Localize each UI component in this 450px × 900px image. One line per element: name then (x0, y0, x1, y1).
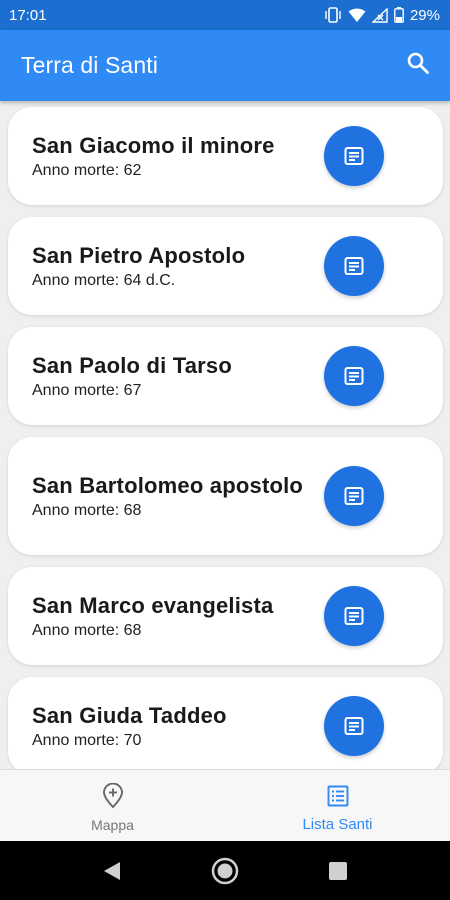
article-icon (344, 147, 364, 165)
details-button[interactable] (324, 466, 384, 526)
details-button[interactable] (324, 586, 384, 646)
details-button[interactable] (324, 346, 384, 406)
status-time: 17:01 (9, 6, 47, 24)
details-button[interactable] (324, 126, 384, 186)
status-icons: 29% (324, 7, 440, 24)
back-button[interactable] (102, 860, 122, 887)
status-bar: 17:01 29% (0, 0, 450, 30)
details-button[interactable] (324, 236, 384, 296)
article-icon (344, 607, 364, 625)
app-bar: Terra di Santi (0, 30, 450, 101)
signal-icon (371, 7, 388, 23)
search-button[interactable] (403, 51, 433, 81)
nav-item-lista-santi[interactable]: Lista Santi (225, 770, 450, 842)
article-icon (344, 717, 364, 735)
home-button[interactable] (211, 857, 239, 890)
saint-card[interactable]: San Paolo di Tarso Anno morte: 67 (8, 327, 443, 425)
article-icon (344, 367, 364, 385)
saint-card[interactable]: San Pietro Apostolo Anno morte: 64 d.C. (8, 217, 443, 315)
saint-card[interactable]: San Giuda Taddeo Anno morte: 70 (8, 677, 443, 769)
map-pin-icon (101, 782, 125, 814)
app-title: Terra di Santi (21, 52, 158, 78)
saints-list[interactable]: San Giacomo il minore Anno morte: 62 San… (0, 101, 450, 769)
battery-icon (394, 7, 404, 23)
vibrate-icon (324, 7, 342, 23)
home-circle-icon (211, 857, 239, 885)
list-icon (326, 784, 350, 813)
recents-button[interactable] (328, 861, 348, 886)
saint-card[interactable]: San Marco evangelista Anno morte: 68 (8, 567, 443, 665)
nav-label-lista-santi: Lista Santi (302, 815, 373, 833)
back-triangle-icon (104, 862, 120, 880)
nav-label-mappa: Mappa (91, 817, 134, 833)
wifi-icon (348, 8, 366, 23)
saint-card[interactable]: San Giacomo il minore Anno morte: 62 (8, 107, 443, 205)
saint-card[interactable]: San Bartolomeo apostolo Anno morte: 68 (8, 437, 443, 555)
nav-item-mappa[interactable]: Mappa (0, 770, 225, 842)
recents-square-icon (329, 862, 347, 880)
system-navigation-bar (0, 841, 450, 900)
article-icon (344, 487, 364, 505)
details-button[interactable] (324, 696, 384, 756)
battery-percent: 29% (409, 6, 440, 24)
bottom-navigation: Mappa Lista Santi (0, 769, 450, 842)
search-icon (406, 51, 430, 80)
article-icon (344, 257, 364, 275)
